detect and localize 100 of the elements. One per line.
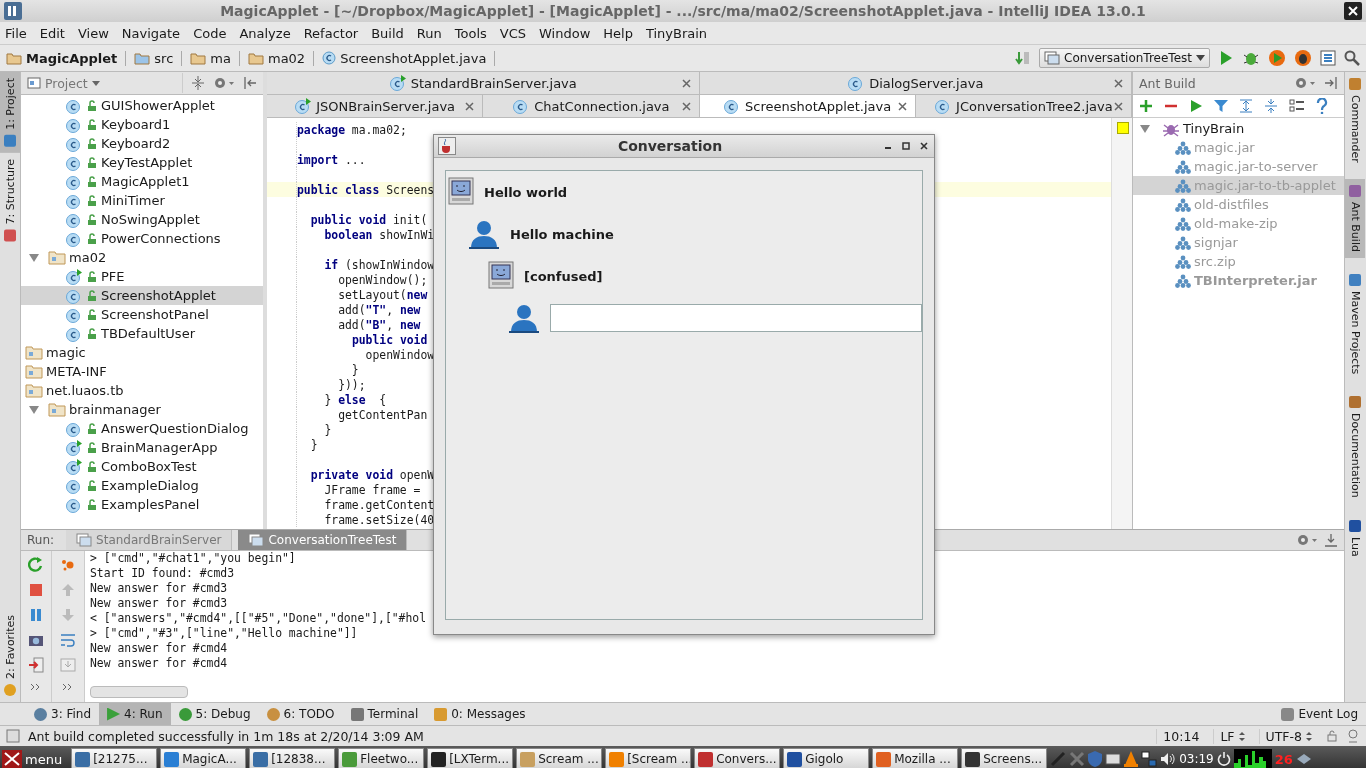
tree-item[interactable]: ComboBoxTest: [21, 457, 263, 476]
hide-panel-icon[interactable]: [1324, 76, 1338, 90]
taskbar-window-button[interactable]: [12838...: [249, 748, 336, 768]
event-log-button[interactable]: Event Log: [1273, 703, 1366, 725]
expanded-arrow-icon[interactable]: [28, 404, 40, 415]
filter-icon[interactable]: [1214, 99, 1228, 113]
menu-item[interactable]: Refactor: [303, 25, 359, 41]
network-icon[interactable]: [1141, 751, 1158, 767]
tool-window-tab[interactable]: 2: Favorites: [0, 609, 20, 702]
tree-item[interactable]: Keyboard1: [21, 115, 263, 134]
structure-icon[interactable]: [1320, 50, 1336, 66]
menu-item[interactable]: Navigate: [121, 25, 181, 41]
soft-wrap-icon[interactable]: [60, 632, 76, 648]
taskbar-window-button[interactable]: Screens...: [961, 748, 1048, 768]
line-separator-selector[interactable]: LF: [1213, 728, 1251, 744]
tree-item[interactable]: PFE: [21, 267, 263, 286]
inspector-icon[interactable]: [1346, 729, 1360, 743]
menu-item[interactable]: View: [77, 25, 109, 41]
menu-item[interactable]: Window: [539, 25, 591, 41]
close-button[interactable]: [1344, 2, 1362, 20]
close-icon[interactable]: [1114, 79, 1123, 88]
reply-input-field[interactable]: [550, 304, 922, 332]
editor-tab[interactable]: StandardBrainServer.java: [267, 72, 700, 94]
menu-item[interactable]: Tools: [454, 25, 487, 41]
run-icon[interactable]: [1218, 50, 1234, 66]
tool-window-button[interactable]: 4: Run: [99, 703, 171, 725]
tree-item[interactable]: ma02: [21, 248, 263, 267]
keyboard-icon[interactable]: [1105, 753, 1122, 765]
tree-item[interactable]: TBDefaultUser: [21, 324, 263, 343]
tool-window-button[interactable]: Terminal: [342, 703, 427, 725]
rerun-icon[interactable]: [28, 557, 44, 573]
taskbar-window-button[interactable]: Mozilla ...: [872, 748, 959, 768]
tree-item[interactable]: MiniTimer: [21, 191, 263, 210]
exit-icon[interactable]: [28, 657, 44, 673]
collapse-all-icon[interactable]: [1264, 99, 1278, 113]
settings-icon[interactable]: [1296, 533, 1318, 547]
tool-window-button[interactable]: 5: Debug: [170, 703, 259, 725]
close-icon[interactable]: [681, 102, 691, 111]
breadcrumb[interactable]: ma02: [247, 50, 315, 66]
menu-item[interactable]: Code: [193, 25, 227, 41]
volume-icon[interactable]: [1160, 752, 1177, 766]
add-icon[interactable]: [1139, 99, 1153, 113]
taskbar-window-button[interactable]: Scream ...: [516, 748, 603, 768]
breadcrumb[interactable]: ScreenshotApplet.java: [322, 50, 496, 66]
tray-icon[interactable]: [1295, 752, 1312, 766]
tree-item[interactable]: KeyTestApplet: [21, 153, 263, 172]
menu-item[interactable]: Run: [416, 25, 442, 41]
tool-window-button[interactable]: 3: Find: [26, 703, 100, 725]
tool-window-tab[interactable]: Ant Build: [1345, 178, 1365, 258]
profile-icon[interactable]: [1294, 49, 1312, 67]
help-icon[interactable]: [1316, 98, 1328, 114]
menu-item[interactable]: Analyze: [239, 25, 291, 41]
taskbar-window-button[interactable]: MagicA...: [160, 748, 247, 768]
menu-item[interactable]: File: [5, 25, 27, 41]
tree-item[interactable]: ScreenshotApplet: [21, 286, 263, 305]
tree-item[interactable]: META-INF: [21, 362, 263, 381]
menu-item[interactable]: Build: [371, 25, 404, 41]
sort-icon[interactable]: [1015, 50, 1032, 66]
editor-tab[interactable]: ChatConnection.java: [483, 95, 700, 117]
run-configuration-dropdown[interactable]: ConversationTreeTest: [1039, 48, 1210, 68]
tool-window-tab[interactable]: Lua: [1345, 513, 1365, 563]
expand-all-icon[interactable]: [1239, 99, 1253, 113]
scrollbar[interactable]: [1111, 118, 1132, 529]
encoding-selector[interactable]: UTF-8: [1258, 728, 1318, 744]
tree-item[interactable]: Keyboard2: [21, 134, 263, 153]
properties-icon[interactable]: [1289, 99, 1305, 113]
taskbar-window-button[interactable]: Convers...: [694, 748, 781, 768]
close-icon[interactable]: [465, 102, 475, 111]
tools-icon[interactable]: [1069, 751, 1086, 767]
menu-item[interactable]: VCS: [499, 25, 527, 41]
collapse-icon[interactable]: [191, 76, 205, 90]
tool-window-tab[interactable]: Maven Projects: [1345, 267, 1365, 381]
close-icon[interactable]: [681, 79, 691, 88]
more-icon[interactable]: [62, 682, 74, 692]
search-icon[interactable]: [1344, 50, 1360, 66]
taskbar-window-button[interactable]: Fleetwo...: [338, 748, 425, 768]
settings-icon[interactable]: [213, 76, 235, 90]
tree-item[interactable]: MagicApplet1: [21, 172, 263, 191]
maximize-icon[interactable]: [902, 142, 910, 150]
menu-item[interactable]: Help: [603, 25, 633, 41]
tool-window-tab[interactable]: Documentation: [1345, 390, 1365, 504]
taskbar-window-button[interactable]: [21275...: [71, 748, 158, 768]
tool-window-tab[interactable]: 7: Structure: [0, 152, 20, 248]
tool-window-button[interactable]: 0: Messages: [426, 703, 534, 725]
tree-item[interactable]: NoSwingApplet: [21, 210, 263, 229]
editor-tab[interactable]: ScreenshotApplet.java: [699, 95, 916, 117]
breadcrumb[interactable]: MagicApplet: [6, 50, 127, 66]
run-icon[interactable]: [1189, 99, 1203, 113]
breadcrumb[interactable]: src: [134, 50, 183, 66]
hide-panel-icon[interactable]: [1324, 533, 1338, 547]
editor-tab[interactable]: JConversationTree2.java: [915, 95, 1132, 117]
tool-window-tab[interactable]: Commander: [1345, 72, 1365, 169]
settings-icon[interactable]: [1294, 76, 1316, 90]
more-icon[interactable]: [30, 682, 42, 692]
menu-item[interactable]: TinyBrain: [645, 25, 708, 41]
coverage-icon[interactable]: [1268, 49, 1286, 67]
clock[interactable]: 03:19: [1179, 752, 1214, 766]
tree-item[interactable]: ScreenshotPanel: [21, 305, 263, 324]
editor-tab[interactable]: JSONBrainServer.java: [267, 95, 484, 117]
stop-icon[interactable]: [28, 582, 44, 598]
